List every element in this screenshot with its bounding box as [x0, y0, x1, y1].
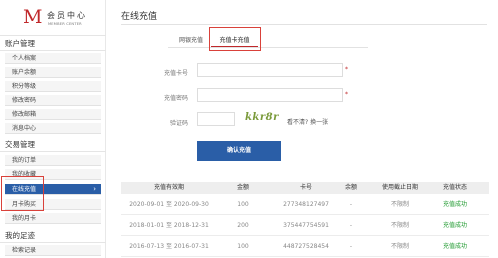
section-account: 账户管理	[0, 37, 106, 51]
cell-status: 充值成功	[442, 243, 467, 250]
logo-subtitle: MEMBER CENTER	[48, 22, 82, 26]
chevron-right-icon: ›	[93, 185, 96, 193]
th-amount: 金额	[236, 184, 249, 191]
card-number-label: 充值卡号	[163, 70, 188, 77]
card-password-label: 充值密码	[163, 95, 188, 102]
sidebar: M 会员中心 MEMBER CENTER 账户管理 个人档案 账户余额 积分等级…	[0, 0, 106, 258]
logo: M 会员中心 MEMBER CENTER	[0, 0, 106, 36]
sidebar-item-change-email[interactable]: 修改邮箱	[5, 109, 101, 120]
table-row: 2020-09-01 至 2020-09-30 100 277348127497…	[121, 195, 489, 215]
sidebar-item-orders[interactable]: 我的订单	[5, 155, 101, 166]
sidebar-item-messages[interactable]: 消息中心	[5, 123, 101, 134]
tabs-divider	[168, 47, 368, 48]
captcha-image[interactable]: kkr8r	[245, 112, 279, 123]
sidebar-item-points[interactable]: 积分等级	[5, 81, 101, 92]
section-trade: 交易管理	[0, 138, 106, 152]
sidebar-item-profile[interactable]: 个人档案	[5, 53, 101, 64]
sidebar-item-my-monthly-card[interactable]: 我的月卡	[5, 213, 101, 224]
page-title: 在线充值	[121, 12, 158, 22]
cell-validity: 2020-09-01 至 2020-09-30	[129, 201, 209, 208]
logo-letter: M	[23, 6, 43, 28]
confirm-recharge-button[interactable]: 确认充值	[197, 141, 281, 161]
sidebar-item-search-history[interactable]: 检索记录	[5, 245, 101, 256]
card-number-input[interactable]	[197, 63, 343, 77]
card-password-input[interactable]	[197, 88, 343, 102]
cell-amount: 100	[237, 201, 249, 208]
table-row: 2016-07-13 至 2016-07-31 100 448727528454…	[121, 237, 489, 257]
table-row: 2018-01-01 至 2018-12-31 200 375447754591…	[121, 216, 489, 236]
tab-bank-recharge[interactable]: 网银充值	[174, 34, 208, 47]
logo-title: 会员中心	[47, 11, 87, 20]
sidebar-item-change-password[interactable]: 修改密码	[5, 95, 101, 106]
th-status: 充值状态	[442, 184, 467, 191]
cell-status: 充值成功	[442, 222, 467, 229]
section-footprint: 我的足迹	[0, 229, 106, 243]
highlight-box-tab	[209, 27, 261, 51]
table-header: 充值有效期 金额 卡号 余额 使用截止日期 充值状态	[121, 182, 489, 194]
refresh-captcha-link[interactable]: 看不清? 换一张	[287, 117, 328, 126]
captcha-input[interactable]	[197, 112, 235, 126]
sidebar-item-balance[interactable]: 账户余额	[5, 67, 101, 78]
captcha-label: 验证码	[169, 120, 188, 127]
title-divider	[121, 24, 487, 25]
required-mark: *	[345, 66, 348, 73]
cell-status: 充值成功	[442, 201, 467, 208]
th-validity: 充值有效期	[153, 184, 184, 191]
cell-amount: 100	[237, 243, 249, 250]
highlight-box-sidebar	[1, 176, 44, 211]
cell-validity: 2018-01-01 至 2018-12-31	[129, 222, 209, 229]
cell-amount: 200	[237, 222, 249, 229]
required-mark: *	[345, 91, 348, 98]
cell-validity: 2016-07-13 至 2016-07-31	[129, 243, 209, 250]
